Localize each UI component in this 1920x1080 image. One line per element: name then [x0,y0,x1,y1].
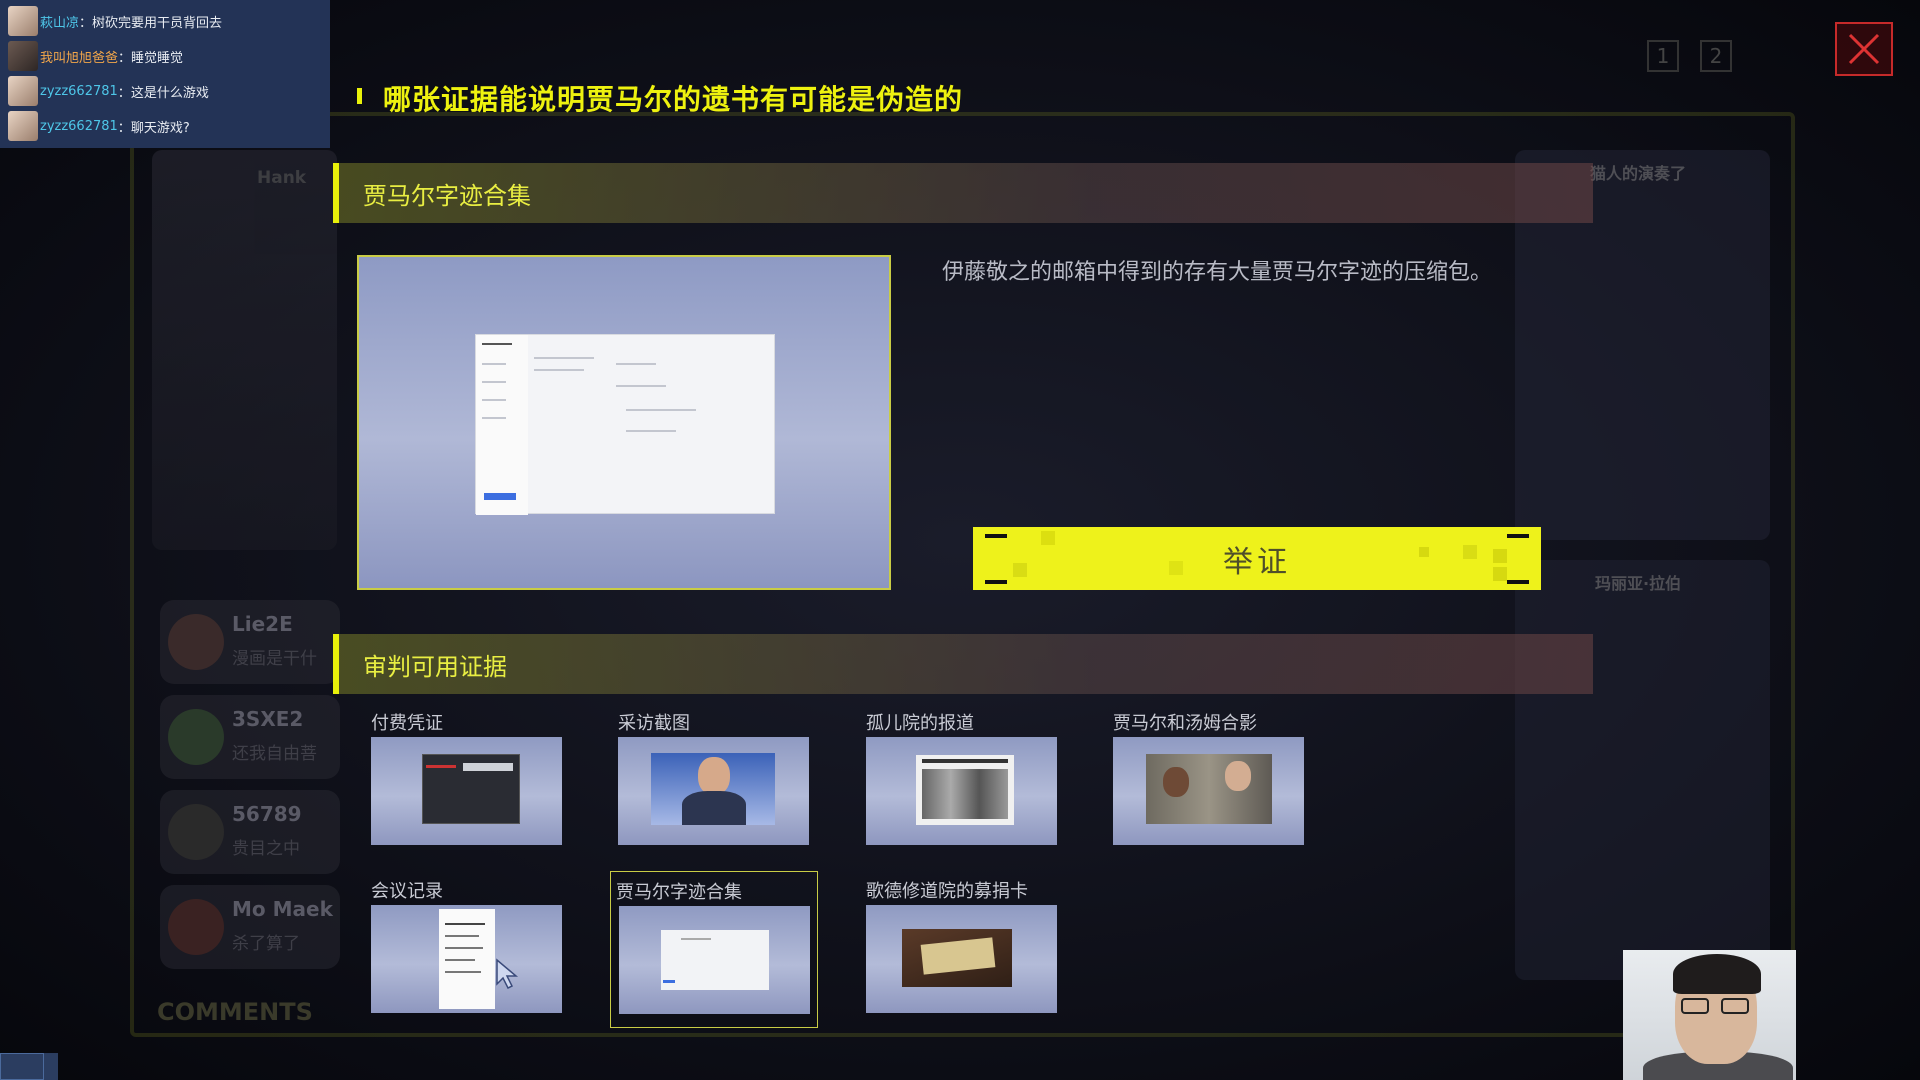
avatar [8,41,38,71]
evidence-card[interactable]: 贾马尔和汤姆合影 [1108,703,1304,853]
evidence-label: 贾马尔和汤姆合影 [1113,713,1257,734]
donation-card-icon [866,905,1057,1013]
background-comment: Lie2E 漫画是干什 [160,600,340,684]
status-indicator [0,1053,44,1080]
chat-message: zyzz662781 ： 这是什么游戏 [8,75,209,107]
background-right-text: 玛丽亚·拉伯 [1595,574,1682,593]
interview-portrait-icon [618,737,809,845]
selected-evidence-header: 贾马尔字迹合集 [333,163,1593,223]
avatar [8,6,38,36]
game-screen: 1 2 Hank Lie2E 漫画是干什 3SXE2 还我自由菩 56789 贵… [0,0,1920,1080]
background-comment: Mo Maek 杀了算了 [160,885,340,969]
evidence-label: 采访截图 [618,713,690,734]
chat-username: zyzz662781 [40,118,118,134]
background-character-panel: Hank [152,150,337,550]
group-photo-icon [1113,737,1304,845]
evidence-list-title: 审判可用证据 [363,653,507,681]
present-button-label: 举证 [1223,544,1291,580]
background-comment: 56789 贵目之中 [160,790,340,874]
evidence-label: 贾马尔字迹合集 [616,882,742,903]
background-right-panel [1515,560,1770,980]
document-page-icon [371,905,562,1013]
evidence-label: 歌德修道院的募捐卡 [866,881,1028,902]
bg-page-2: 2 [1700,40,1732,72]
chat-text: 睡觉睡觉 [131,50,184,66]
chat-username: zyzz662781 [40,83,118,99]
chat-text: 这是什么游戏 [130,85,209,101]
newspaper-photo-icon [866,737,1057,845]
evidence-label: 会议记录 [371,881,443,902]
evidence-card[interactable]: 付费凭证 [366,703,562,853]
chat-username: 我叫旭旭爸爸 [40,50,119,66]
evidence-list-header: 审判可用证据 [333,634,1593,694]
close-icon [1848,33,1880,65]
chat-message: zyzz662781 ： 聊天游戏? [8,110,190,142]
bg-page-1: 1 [1647,40,1679,72]
live-chat-panel: 萩山凉 ： 树砍完要用干员背回去 我叫旭旭爸爸 ： 睡觉睡觉 zyzz66278… [0,0,330,148]
present-evidence-button[interactable]: 举证 [973,527,1541,590]
chat-username: 萩山凉 [40,15,80,31]
evidence-card[interactable]: 采访截图 [613,703,809,853]
chat-text: 聊天游戏? [130,120,190,136]
chat-message: 我叫旭旭爸爸 ： 睡觉睡觉 [8,40,183,72]
payment-screenshot-icon [371,737,562,845]
selected-evidence-title: 贾马尔字迹合集 [363,182,531,210]
evidence-card[interactable]: 孤儿院的报道 [861,703,1057,853]
avatar [8,111,38,141]
question-marker [357,88,362,104]
close-button[interactable] [1835,22,1893,76]
streamer-webcam [1623,950,1796,1080]
background-comment: 3SXE2 还我自由菩 [160,695,340,779]
evidence-card[interactable]: 会议记录 [366,871,562,1021]
evidence-card[interactable]: 歌德修道院的募捐卡 [861,871,1057,1021]
email-window-icon [619,906,810,1014]
avatar [8,76,38,106]
mouse-cursor-icon [496,958,519,990]
evidence-label: 付费凭证 [371,713,443,734]
evidence-card-selected[interactable]: 贾马尔字迹合集 [610,871,818,1028]
background-character-name: Hank [257,168,307,188]
status-indicator [44,1053,58,1080]
background-comments-label: COMMENTS [157,998,313,1026]
chat-text: 树砍完要用干员背回去 [92,15,223,31]
chat-message: 萩山凉 ： 树砍完要用干员背回去 [8,5,222,37]
question-title: 哪张证据能说明贾马尔的遗书有可能是伪造的 [383,83,964,116]
selected-evidence-image [357,255,891,590]
evidence-label: 孤儿院的报道 [866,713,974,734]
selected-evidence-description: 伊藤敬之的邮箱中得到的存有大量贾马尔字迹的压缩包。 [942,260,1493,285]
background-right-text: 猫人的演奏了 [1590,164,1687,183]
email-window-image [475,334,775,515]
